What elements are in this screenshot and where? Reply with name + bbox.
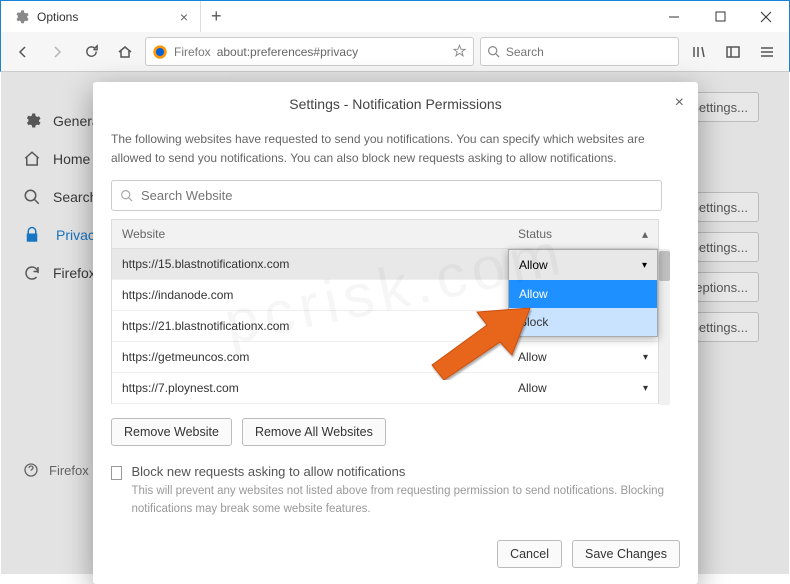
- dialog-title: Settings - Notification Permissions: [289, 96, 501, 112]
- save-changes-button[interactable]: Save Changes: [572, 540, 680, 568]
- chevron-down-icon: ▾: [643, 383, 648, 394]
- close-dialog-button[interactable]: ×: [675, 94, 684, 112]
- column-website[interactable]: Website: [112, 227, 508, 241]
- table-header: Website Status▴: [111, 219, 659, 249]
- dialog-description: The following websites have requested to…: [111, 130, 680, 168]
- forward-button[interactable]: [43, 38, 71, 66]
- search-icon: [23, 188, 41, 206]
- chevron-down-icon: ▾: [643, 352, 648, 363]
- search-website-input[interactable]: [141, 188, 653, 203]
- search-bar[interactable]: [480, 37, 679, 66]
- sync-icon: [23, 264, 41, 282]
- block-new-requests-checkbox[interactable]: [111, 466, 122, 480]
- remove-website-button[interactable]: Remove Website: [111, 418, 232, 446]
- help-icon: [23, 462, 39, 478]
- url-bar[interactable]: Firefox about:preferences#privacy: [145, 37, 474, 66]
- url-text: about:preferences#privacy: [217, 45, 446, 59]
- status-dropdown[interactable]: Allow▾: [508, 381, 658, 395]
- dialog-header: Settings - Notification Permissions ×: [93, 82, 698, 122]
- table-row[interactable]: https://getmeuncos.com Allow▾: [112, 342, 658, 373]
- firefox-icon: [152, 44, 168, 60]
- chevron-down-icon: ▾: [642, 260, 647, 271]
- url-label: Firefox: [174, 45, 211, 59]
- search-input[interactable]: [506, 45, 672, 59]
- website-cell: https://7.ploynest.com: [112, 381, 508, 395]
- sort-caret-icon: ▴: [642, 227, 648, 241]
- back-button[interactable]: [9, 38, 37, 66]
- reload-button[interactable]: [77, 38, 105, 66]
- notification-permissions-dialog: Settings - Notification Permissions × Th…: [93, 82, 698, 584]
- close-window-button[interactable]: [743, 1, 789, 33]
- table-row[interactable]: https://7.ploynest.com Allow▾: [112, 373, 658, 404]
- dropdown-selected[interactable]: Allow▾: [509, 250, 657, 280]
- browser-tab[interactable]: Options ×: [1, 1, 201, 32]
- block-new-requests-hint: This will prevent any websites not liste…: [132, 483, 681, 518]
- close-tab-icon[interactable]: ×: [180, 9, 188, 25]
- gear-icon: [23, 112, 41, 130]
- sidebar-toggle-icon[interactable]: [719, 38, 747, 66]
- scrollbar[interactable]: [659, 249, 670, 405]
- remove-all-websites-button[interactable]: Remove All Websites: [242, 418, 386, 446]
- search-website-field[interactable]: [111, 180, 662, 211]
- maximize-button[interactable]: [697, 1, 743, 33]
- sidebar-item-label: Home: [53, 151, 90, 167]
- gear-icon: [13, 9, 29, 25]
- minimize-button[interactable]: [651, 1, 697, 33]
- search-icon: [120, 189, 133, 202]
- annotation-arrow-icon: [422, 300, 532, 380]
- scrollbar-thumb[interactable]: [659, 251, 670, 281]
- permissions-table: Website Status▴ https://15.blastnotifica…: [111, 219, 670, 404]
- window-titlebar: Options × +: [0, 0, 790, 32]
- browser-toolbar: Firefox about:preferences#privacy: [0, 32, 790, 72]
- lock-icon: [23, 226, 41, 244]
- new-tab-button[interactable]: +: [201, 6, 232, 27]
- cancel-button[interactable]: Cancel: [497, 540, 562, 568]
- search-icon: [487, 45, 500, 58]
- website-cell: https://15.blastnotificationx.com: [112, 257, 508, 271]
- library-icon[interactable]: [685, 38, 713, 66]
- column-status[interactable]: Status▴: [508, 227, 658, 241]
- tab-title: Options: [37, 10, 172, 24]
- sidebar-item-label: Search: [53, 189, 97, 205]
- bookmark-icon[interactable]: [452, 44, 467, 59]
- block-new-requests-label: Block new requests asking to allow notif…: [132, 464, 681, 479]
- home-button[interactable]: [111, 38, 139, 66]
- home-icon: [23, 150, 41, 168]
- window-buttons: [651, 1, 789, 33]
- menu-button[interactable]: [753, 38, 781, 66]
